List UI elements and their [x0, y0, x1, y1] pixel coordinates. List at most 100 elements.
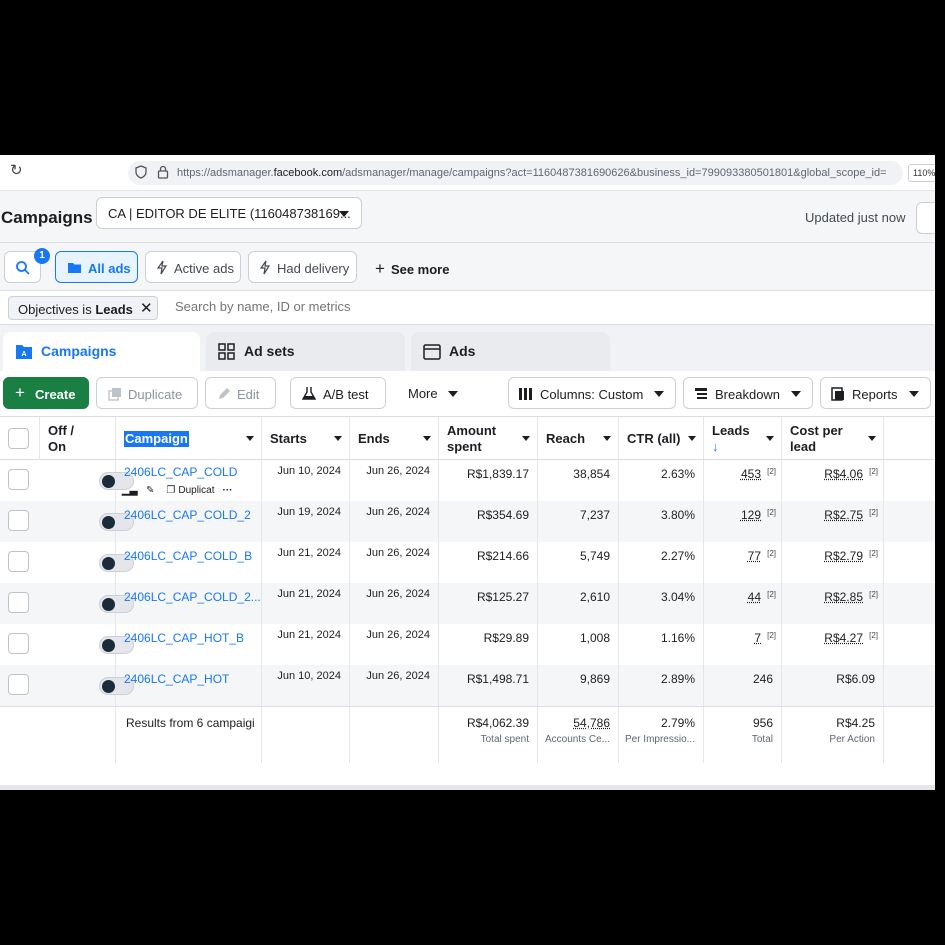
summary-amount: R$4,062.39 [466, 716, 529, 730]
active-ads-button[interactable]: Active ads [145, 251, 241, 283]
close-icon[interactable]: ✕ [140, 299, 153, 317]
cell-cpl-value[interactable]: R$2.75 [824, 508, 863, 522]
chart-icon[interactable]: ▁▃ [122, 485, 137, 496]
table-row[interactable]: 2406LC_CAP_HOT Jun 10, 2024 Jun 26, 2024 R$… [0, 665, 935, 706]
table-row[interactable]: 2406LC_CAP_COLD_2... Jun 21, 2024 Jun 26, … [0, 583, 935, 624]
cell-name: 2406LC_CAP_HOT_B [116, 624, 262, 665]
cell-cpl-value[interactable]: R$2.85 [824, 590, 863, 604]
reload-icon[interactable]: ↻ [10, 163, 26, 179]
update-status: Updated just now [805, 210, 906, 225]
campaign-name-link[interactable]: 2406LC_CAP_COLD_2 [124, 508, 251, 522]
cell-ctr: 3.80% [619, 501, 704, 542]
col-off-on[interactable]: Off / On [40, 417, 116, 460]
summary-ctr: 2.79% [660, 716, 695, 730]
search-input[interactable] [175, 299, 675, 314]
tab-ads[interactable]: Ads [411, 332, 610, 371]
duplicate-icon [108, 388, 121, 401]
campaign-name-link[interactable]: 2406LC_CAP_HOT_B [124, 631, 244, 645]
pencil-icon [219, 388, 230, 399]
cell-leads-value[interactable]: 77 [748, 549, 761, 563]
summary-reach-cell: 54,786 Accounts Ce... [538, 707, 619, 763]
summary-cpl-cell: R$4.25 Per Action [782, 707, 884, 763]
row-checkbox[interactable] [8, 633, 29, 654]
tab-ads-label: Ads [449, 343, 476, 359]
sort-arrow-icon: ↓ [712, 439, 719, 454]
shield-icon[interactable] [134, 165, 148, 179]
cell-name: 2406LC_CAP_COLD_2... [116, 583, 262, 624]
table-row[interactable]: 2406LC_CAP_COLD_2 Jun 19, 2024 Jun 26, 202… [0, 501, 935, 542]
duplicate-icon[interactable]: ❐ [166, 485, 175, 496]
toggle-knob [102, 639, 115, 652]
cell-leads-value[interactable]: 453 [741, 467, 761, 481]
row-duplicate-label[interactable]: Duplicat [178, 485, 214, 496]
cell-cpl-value[interactable]: R$4.06 [824, 467, 863, 481]
see-more-button[interactable]: + See more [375, 259, 449, 279]
row-toggle-cell [40, 624, 134, 665]
all-ads-button[interactable]: All ads [55, 251, 138, 283]
cell-leads-value[interactable]: 44 [748, 590, 761, 604]
ab-test-button[interactable]: A/B test [290, 377, 386, 409]
flask-icon [302, 387, 316, 400]
summary-reach[interactable]: 54,786 [573, 716, 610, 730]
more-button[interactable]: More [408, 386, 438, 401]
cell-reach-value: 9,869 [579, 672, 610, 686]
create-button[interactable]: + Create [3, 377, 89, 409]
cell-leads-value[interactable]: 129 [741, 508, 761, 522]
select-all-checkbox[interactable] [8, 428, 29, 449]
campaign-name-link[interactable]: 2406LC_CAP_COLD_B [124, 549, 252, 563]
col-cost-per-lead[interactable]: Cost per lead [782, 417, 884, 460]
row-select-cell [0, 501, 40, 542]
table-row[interactable]: 2406LC_CAP_COLD Jun 10, 2024 Jun 26, 2024 R… [0, 460, 935, 501]
tab-adsets[interactable]: Ad sets [206, 332, 405, 371]
search-icon [16, 261, 30, 275]
attribution-note: [2] [869, 467, 878, 476]
search-button[interactable]: 1 [4, 248, 50, 283]
attribution-note: [2] [767, 508, 776, 517]
see-more-label: See more [390, 262, 450, 277]
cell-cpl-value[interactable]: R$2.79 [824, 549, 863, 563]
lock-icon[interactable] [157, 165, 169, 179]
table-row[interactable]: 2406LC_CAP_COLD_B Jun 21, 2024 Jun 26, 202… [0, 542, 935, 583]
campaign-name-link[interactable]: 2406LC_CAP_COLD_2... [124, 590, 261, 604]
table-row[interactable]: 2406LC_CAP_HOT_B Jun 21, 2024 Jun 26, 2024… [0, 624, 935, 665]
columns-label: Columns: Custom [540, 387, 644, 402]
chevron-down-icon [246, 436, 254, 441]
edit-button[interactable]: Edit [205, 377, 276, 409]
row-checkbox[interactable] [8, 469, 29, 490]
col-reach[interactable]: Reach [538, 417, 619, 460]
row-select-cell [0, 624, 40, 665]
col-starts[interactable]: Starts [262, 417, 350, 460]
filter-chip[interactable]: Objectives is Leads ✕ [8, 296, 158, 320]
pencil-icon[interactable]: ✎ [146, 485, 154, 496]
zoom-level[interactable]: 110% [908, 164, 935, 182]
duplicate-button[interactable]: Duplicate [96, 377, 198, 409]
col-ctr[interactable]: CTR (all) [619, 417, 704, 460]
row-checkbox[interactable] [8, 510, 29, 531]
account-selector[interactable]: CA | EDITOR DE ELITE (116048738169... [96, 197, 362, 229]
columns-button[interactable]: Columns: Custom [508, 377, 676, 409]
tab-campaigns[interactable]: A Campaigns [3, 332, 200, 371]
campaign-name-link[interactable]: 2406LC_CAP_COLD [124, 465, 237, 479]
cell-amount-value: R$29.89 [483, 631, 529, 645]
col-campaign[interactable]: Campaign [116, 417, 262, 460]
campaigns-table: Off / On Campaign Starts Ends Amount spent… [0, 417, 935, 763]
col-amount-spent[interactable]: Amount spent [439, 417, 538, 460]
reports-button[interactable]: Reports [820, 377, 931, 409]
row-checkbox[interactable] [8, 551, 29, 572]
row-checkbox[interactable] [8, 592, 29, 613]
refresh-button[interactable] [916, 202, 935, 234]
more-options-icon[interactable]: ··· [223, 485, 233, 496]
cell-leads-value[interactable]: 7 [754, 631, 761, 645]
summary-spacer [262, 707, 350, 763]
row-hover-actions: ▁▃ ✎ ❐ Duplicat ··· [122, 485, 233, 496]
cell-ends: Jun 26, 2024 [350, 542, 439, 583]
campaign-name-link[interactable]: 2406LC_CAP_HOT [124, 672, 229, 686]
row-checkbox[interactable] [8, 674, 29, 695]
cell-reach: 9,869 [538, 665, 619, 706]
cell-cpl-value[interactable]: R$4.27 [824, 631, 863, 645]
col-leads[interactable]: Leads ↓ [704, 417, 782, 460]
col-ends[interactable]: Ends [350, 417, 439, 460]
col-amount-spent-label: Amount spent [447, 423, 496, 455]
had-delivery-button[interactable]: Had delivery [248, 251, 357, 283]
breakdown-button[interactable]: Breakdown [683, 377, 813, 409]
